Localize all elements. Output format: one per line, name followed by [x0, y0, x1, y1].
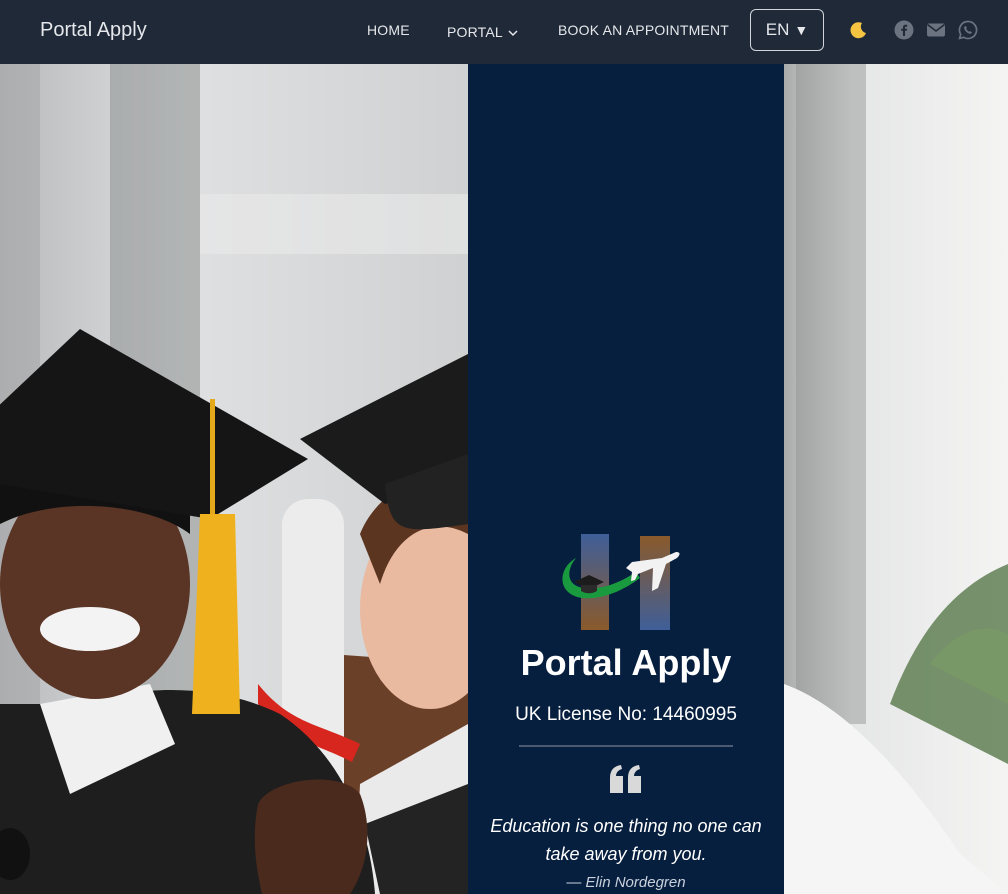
portal-apply-logo — [562, 534, 680, 630]
moon-icon[interactable] — [849, 20, 869, 40]
nav-portal-label: PORTAL — [447, 24, 503, 40]
divider — [519, 745, 733, 747]
language-label: EN — [765, 20, 790, 39]
quote-icon — [610, 765, 641, 793]
nav-book-appointment-link[interactable]: BOOK AN APPOINTMENT — [558, 0, 729, 64]
whatsapp-icon[interactable] — [958, 20, 978, 40]
brand-link[interactable]: Portal Apply — [40, 0, 147, 64]
chevron-down-icon — [508, 30, 518, 37]
nav-portal-dropdown[interactable]: PORTAL — [447, 0, 519, 64]
hero-section: Portal Apply UK License No: 14460995 Edu… — [0, 64, 1008, 894]
envelope-icon[interactable] — [926, 20, 946, 40]
nav-home-link[interactable]: HOME — [367, 0, 410, 64]
caret-down-icon: ▼ — [794, 22, 809, 38]
license-number: UK License No: 14460995 — [515, 704, 737, 725]
hero-title: Portal Apply — [520, 642, 732, 683]
hero-quote: Education is one thing no one can take a… — [490, 816, 762, 864]
quote-author: — Elin Nordegren — [566, 874, 686, 891]
top-navbar: Portal Apply HOME PORTAL BOOK AN APPOINT… — [0, 0, 1008, 64]
facebook-icon[interactable] — [894, 20, 914, 40]
language-selector-button[interactable]: EN ▼ — [750, 9, 824, 51]
